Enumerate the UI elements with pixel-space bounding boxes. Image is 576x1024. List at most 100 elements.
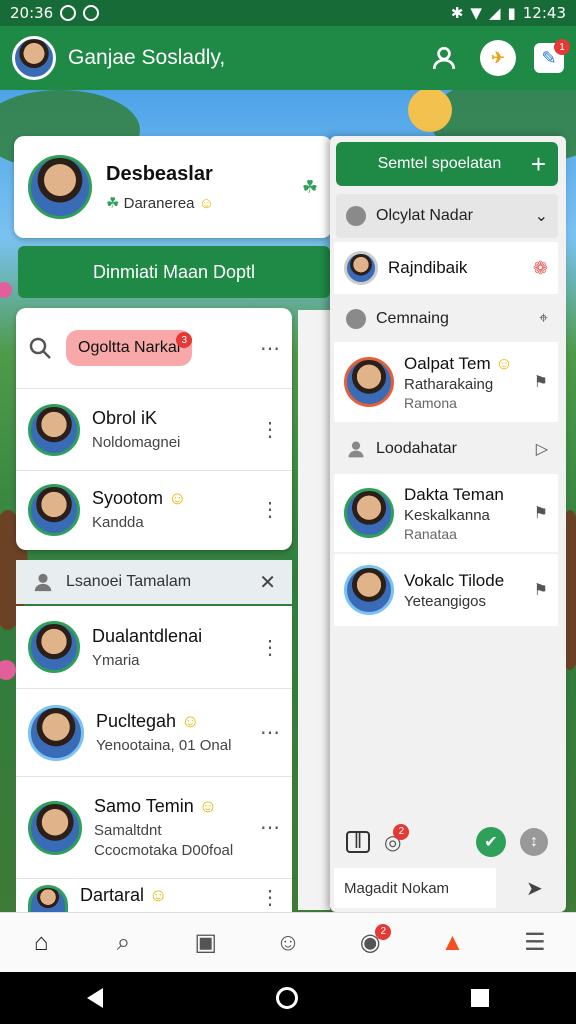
- list-icon[interactable]: ☰: [520, 928, 550, 958]
- compose-button[interactable]: ✎ 1: [534, 39, 570, 73]
- bottom-navigation: ⌂ ⌕ ▣ ☺ ◉ 2 ▲ ☰: [0, 912, 576, 972]
- person-icon: [432, 46, 456, 69]
- info-icon[interactable]: ↕: [520, 828, 548, 856]
- user-avatar[interactable]: [12, 36, 56, 80]
- flag-icon[interactable]: ⚑: [534, 372, 548, 392]
- profile-card[interactable]: Desbeaslar ☘ Daranerea ☺ ☘: [14, 136, 332, 238]
- more-icon[interactable]: ⋯: [260, 815, 280, 840]
- panel-row-b[interactable]: Loodahatar ▷: [336, 428, 558, 470]
- chat-avatar: [28, 483, 80, 536]
- more-icon[interactable]: ⋯: [260, 336, 280, 361]
- new-chat-label: Semtel spoelatan: [377, 155, 502, 172]
- explore-icon[interactable]: ◉ 2: [355, 923, 392, 958]
- chat-name: Obrol iK: [92, 408, 158, 428]
- pin-icon: ⌖: [538, 310, 548, 327]
- contact-line3: Ramona: [404, 394, 457, 411]
- kebab-menu-icon[interactable]: ⋮: [260, 635, 280, 660]
- chevron-down-icon: ⌄: [534, 208, 548, 225]
- chat-item[interactable]: Dualantdlenai Ymaria ⋮: [16, 606, 292, 688]
- contact-avatar: [344, 488, 394, 538]
- leaf-icon: ☘: [106, 194, 120, 212]
- section-label: Lsanoei Tamalam: [66, 573, 192, 590]
- contact-line2: Ratharakaing: [404, 375, 494, 393]
- chat-preview: Kandda: [92, 514, 144, 531]
- emoji-cluster-icon: ❁: [532, 257, 548, 278]
- kebab-menu-icon[interactable]: ⋮: [260, 885, 280, 910]
- profile-subtitle: Daranerea: [123, 194, 195, 212]
- kebab-menu-icon[interactable]: ⋮: [260, 417, 280, 442]
- profile-name: Desbeaslar: [106, 162, 213, 185]
- contact-card[interactable]: Oalpat Tem ☺ Ratharakaing Ramona ⚑: [334, 342, 558, 422]
- contact-name: Oalpat Tem ☺: [404, 353, 513, 373]
- flag-icon[interactable]: ⚑: [534, 580, 548, 600]
- user-row[interactable]: Rajndibaik ❁: [334, 242, 558, 294]
- status-bar: 20:36 ✱ ▼ ◢ ▮ 12:43: [0, 0, 576, 26]
- app-title: Ganjae Sosladly,: [68, 46, 226, 69]
- compose-placeholder: Magadit Nokam: [344, 879, 450, 897]
- app-bar: Ganjae Sosladly, ✈ ✎ 1: [0, 26, 576, 90]
- chat-name: Pucltegah ☺: [96, 711, 200, 731]
- system-navigation: [0, 972, 576, 1024]
- search-pill-label: Ogoltta Narkal: [78, 339, 181, 356]
- emoji-icon[interactable]: ☺: [273, 928, 303, 958]
- chat-list-top: Ogoltta Narkal 3 ⋯ Obrol iK Noldomagnei …: [16, 308, 292, 550]
- chat-avatar: [28, 403, 80, 456]
- search-row: Ogoltta Narkal 3 ⋯: [16, 308, 292, 388]
- chat-avatar: [28, 800, 82, 855]
- lock-icon: [346, 309, 366, 329]
- chat-preview: Yenootaina, 01 Onal: [96, 737, 232, 754]
- caption-icon[interactable]: ‖: [346, 831, 370, 853]
- chat-name: Syootom ☺: [92, 488, 187, 508]
- games-button[interactable]: ✈: [480, 40, 516, 76]
- kebab-menu-icon[interactable]: ⋮: [260, 497, 280, 522]
- chat-item[interactable]: Samo Temin ☺ Samaltdnt Ccocmotaka D00foa…: [16, 776, 292, 878]
- contact-line3: Ranataa: [404, 525, 457, 542]
- search-icon[interactable]: [28, 336, 52, 360]
- chat-name: Samo Temin ☺: [94, 796, 218, 816]
- chat-name: Dualantdlenai: [92, 625, 203, 646]
- home-button-icon[interactable]: [275, 987, 298, 1009]
- chat-preview: Ymaria: [92, 651, 140, 669]
- chat-list-bottom: Dualantdlenai Ymaria ⋮ Pucltegah ☺ Yenoo…: [16, 606, 292, 915]
- flag-icon[interactable]: ⚑: [534, 503, 548, 523]
- chat-item[interactable]: Obrol iK Noldomagnei ⋮: [16, 388, 292, 470]
- profile-button[interactable]: [426, 40, 462, 76]
- compose-field[interactable]: Magadit Nokam: [334, 868, 496, 908]
- sticker-icon[interactable]: ◎ 2: [384, 823, 410, 855]
- notifications-icon[interactable]: ▲: [438, 928, 468, 958]
- contact-avatar: [344, 357, 394, 407]
- dropdown-label: Olcylat Nadar: [376, 207, 473, 224]
- recents-icon[interactable]: [471, 989, 490, 1007]
- search-filter-pill[interactable]: Ogoltta Narkal 3: [66, 330, 193, 366]
- contact-name: Dakta Teman: [404, 484, 504, 504]
- smile-emoji-icon: ☺: [198, 194, 215, 212]
- home-icon[interactable]: ⌂: [26, 928, 56, 958]
- chat-preview: Noldomagnei: [92, 434, 181, 451]
- close-icon[interactable]: ✕: [259, 570, 276, 595]
- panel-row-a[interactable]: Cemnaing ⌖: [336, 298, 558, 340]
- battery-icon: ▮: [507, 4, 516, 22]
- compose-badge: 1: [554, 39, 570, 55]
- chat-item[interactable]: Dartaral ☺ ⋮: [16, 878, 292, 915]
- more-icon[interactable]: ⋯: [260, 720, 280, 745]
- chat-preview-line2: Ccocmotaka D00foal: [94, 842, 234, 859]
- person-icon: [348, 441, 364, 458]
- search-nav-icon[interactable]: ⌕: [108, 928, 138, 958]
- main-action-button[interactable]: Dinmiati Maan Doptl: [18, 246, 330, 298]
- chat-avatar: [28, 704, 84, 761]
- contact-avatar: [344, 565, 394, 615]
- new-chat-button[interactable]: Semtel spoelatan +: [336, 142, 558, 186]
- check-icon[interactable]: ✔: [476, 827, 506, 857]
- contact-card[interactable]: Vokalc Tilode Yeteangigos ⚑: [334, 554, 558, 626]
- section-header[interactable]: Lsanoei Tamalam ✕: [16, 560, 292, 604]
- wifi-icon: ▼: [470, 4, 482, 22]
- chat-item[interactable]: Syootom ☺ Kandda ⋮: [16, 470, 292, 548]
- tag-icon: ▷: [535, 441, 548, 458]
- chat-item[interactable]: Pucltegah ☺ Yenootaina, 01 Onal ⋯: [16, 688, 292, 776]
- back-icon[interactable]: [86, 988, 103, 1008]
- filter-dropdown[interactable]: Olcylat Nadar ⌄: [336, 194, 558, 238]
- chat-avatar: [28, 885, 68, 915]
- camera-icon[interactable]: ▣: [191, 928, 221, 958]
- contact-card[interactable]: Dakta Teman Keskalkanna Ranataa ⚑: [334, 474, 558, 552]
- send-icon[interactable]: ➤: [526, 876, 543, 901]
